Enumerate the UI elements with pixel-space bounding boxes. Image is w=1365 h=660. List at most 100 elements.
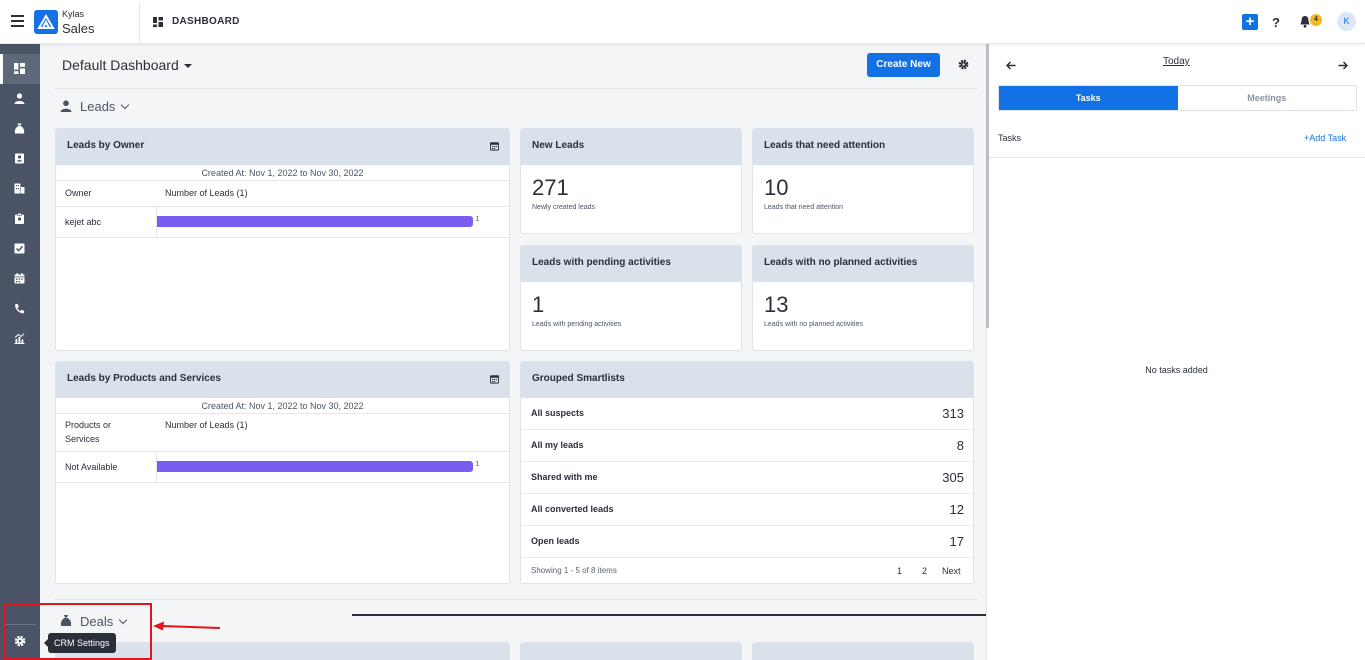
bar-value-label: 1 bbox=[475, 460, 480, 468]
person-icon bbox=[60, 100, 72, 112]
leads-by-products-card: Leads by Products and Services Created A… bbox=[55, 361, 510, 584]
main-scrollbar[interactable] bbox=[986, 44, 989, 328]
pagination-footer: Showing 1 - 5 of 8 items 1 2 Next bbox=[521, 558, 973, 583]
smartlist-label: All converted leads bbox=[531, 504, 614, 514]
sidebar-item-leads[interactable] bbox=[0, 84, 40, 114]
stat-card-no-planned-activities[interactable]: Leads with no planned activities 13 Lead… bbox=[752, 245, 974, 351]
kylas-logo-icon[interactable] bbox=[34, 10, 58, 34]
tab-meetings[interactable]: Meetings bbox=[1178, 86, 1357, 110]
tasks-heading: Tasks bbox=[998, 133, 1022, 143]
sidebar-item-dashboard[interactable] bbox=[0, 54, 40, 84]
smartlist-label: Open leads bbox=[531, 536, 580, 546]
activity-tabs: Tasks Meetings bbox=[998, 85, 1357, 111]
section-divider bbox=[55, 599, 977, 600]
user-avatar[interactable]: K bbox=[1337, 12, 1356, 31]
sidebar-item-reports[interactable] bbox=[0, 324, 40, 354]
bar-kejet-abc[interactable] bbox=[156, 215, 473, 227]
stat-value: 10 bbox=[764, 175, 789, 200]
card-title-text: Leads by Owner bbox=[67, 140, 145, 151]
smartlist-label: All suspects bbox=[531, 408, 585, 418]
pagination-summary: Showing 1 - 5 of 8 items bbox=[531, 566, 617, 575]
dashboard-icon bbox=[14, 63, 25, 74]
building-icon bbox=[14, 183, 25, 194]
stat-caption: Leads with pending activities bbox=[532, 321, 622, 328]
arrow-right-icon[interactable] bbox=[1338, 61, 1348, 70]
bar-value-label: 1 bbox=[475, 215, 480, 223]
activity-panel: Today Tasks Meetings Tasks +Add Task No … bbox=[986, 44, 1365, 660]
date-range-text: Created At: Nov 1, 2022 to Nov 30, 2022 bbox=[56, 398, 509, 414]
smartlist-row-all-my-leads[interactable]: All my leads 8 bbox=[521, 430, 973, 462]
smartlist-label: Shared with me bbox=[531, 472, 598, 482]
page-title: DASHBOARD bbox=[172, 16, 240, 27]
table-row[interactable]: Not Available 1 bbox=[56, 451, 509, 483]
sidebar-item-deals[interactable] bbox=[0, 114, 40, 144]
bar-cell: 1 bbox=[155, 451, 509, 483]
stat-value: 271 bbox=[532, 175, 569, 200]
smartlist-count: 8 bbox=[956, 438, 964, 453]
annotation-arrow-icon bbox=[153, 621, 221, 631]
clipboard-icon bbox=[15, 213, 24, 224]
page-1-link[interactable]: 1 bbox=[897, 558, 902, 583]
contact-card-icon bbox=[15, 153, 24, 164]
leads-section-toggle[interactable]: Leads bbox=[60, 99, 130, 114]
table-row[interactable]: kejet abc 1 bbox=[56, 206, 509, 238]
smartlist-row-shared-with-me[interactable]: Shared with me 305 bbox=[521, 462, 973, 494]
card-title: Leads by Owner bbox=[56, 129, 509, 165]
stat-card-title: Leads with pending activities bbox=[521, 246, 741, 282]
sidebar-item-companies[interactable] bbox=[0, 174, 40, 204]
card-title: Leads by Products and Services bbox=[56, 362, 509, 398]
page-2-link[interactable]: 2 bbox=[922, 558, 927, 583]
arrow-left-icon[interactable] bbox=[1006, 61, 1016, 70]
column-header-count: Number of Leads (1) bbox=[156, 181, 509, 207]
smartlist-row-open-leads[interactable]: Open leads 17 bbox=[521, 526, 973, 558]
hamburger-menu-icon[interactable] bbox=[11, 15, 24, 27]
smartlist-count: 12 bbox=[949, 502, 964, 517]
card-title: Grouped Smartlists bbox=[521, 362, 973, 398]
stat-value: 13 bbox=[764, 292, 789, 317]
tab-tasks[interactable]: Tasks bbox=[999, 86, 1178, 110]
bar-not-available[interactable] bbox=[156, 460, 473, 472]
product-name: Not Available bbox=[56, 451, 156, 483]
bell-icon[interactable] bbox=[1299, 15, 1311, 28]
sidebar-item-tasks[interactable] bbox=[0, 234, 40, 264]
grouped-smartlists-card: Grouped Smartlists All suspects 313 All m… bbox=[520, 361, 974, 584]
stat-card-pending-activities[interactable]: Leads with pending activities 1 Leads wi… bbox=[520, 245, 742, 351]
dashboard-icon bbox=[153, 17, 163, 27]
smartlist-row-all-suspects[interactable]: All suspects 313 bbox=[521, 398, 973, 430]
stat-caption: Leads with no planned activities bbox=[764, 321, 863, 328]
sidebar-item-contacts[interactable] bbox=[0, 144, 40, 174]
sidebar-item-products[interactable] bbox=[0, 204, 40, 234]
stat-card-leads-attention[interactable]: Leads that need attention 10 Leads that … bbox=[752, 128, 974, 234]
title-divider bbox=[55, 88, 977, 89]
help-icon[interactable]: ? bbox=[1272, 15, 1280, 30]
bar-cell: 1 bbox=[155, 206, 509, 238]
smartlist-count: 305 bbox=[942, 470, 964, 485]
dashboard-selector[interactable]: Default Dashboard bbox=[62, 57, 192, 73]
stat-caption: Newly created leads bbox=[532, 204, 596, 211]
owner-name: kejet abc bbox=[56, 206, 156, 238]
person-icon bbox=[14, 93, 25, 104]
dashboard-settings-gear-icon[interactable] bbox=[958, 59, 969, 70]
leads-section-title: Leads bbox=[80, 99, 116, 114]
sidebar-item-calls[interactable] bbox=[0, 294, 40, 324]
bottom-edge-line bbox=[352, 614, 986, 616]
calendar-icon[interactable] bbox=[490, 141, 499, 151]
column-header-products: Products or Services bbox=[56, 414, 156, 452]
column-header-owner: Owner bbox=[56, 181, 156, 207]
empty-state-text: No tasks added bbox=[1145, 365, 1208, 375]
panel-divider bbox=[987, 157, 1365, 158]
smartlist-count: 313 bbox=[942, 406, 964, 421]
create-new-button[interactable]: Create New bbox=[867, 53, 940, 77]
stat-card-title: New Leads bbox=[521, 129, 741, 165]
today-link[interactable]: Today bbox=[1163, 56, 1190, 67]
card-header-placeholder bbox=[521, 643, 741, 660]
quick-add-button[interactable]: + bbox=[1242, 14, 1258, 30]
caret-down-icon bbox=[183, 64, 192, 68]
date-range-text: Created At: Nov 1, 2022 to Nov 30, 2022 bbox=[56, 165, 509, 181]
calendar-icon[interactable] bbox=[490, 374, 499, 384]
sidebar-item-meetings[interactable] bbox=[0, 264, 40, 294]
add-task-button[interactable]: +Add Task bbox=[1304, 133, 1346, 143]
next-page-link[interactable]: Next bbox=[942, 558, 961, 583]
smartlist-row-all-converted[interactable]: All converted leads 12 bbox=[521, 494, 973, 526]
stat-card-new-leads[interactable]: New Leads 271 Newly created leads bbox=[520, 128, 742, 234]
